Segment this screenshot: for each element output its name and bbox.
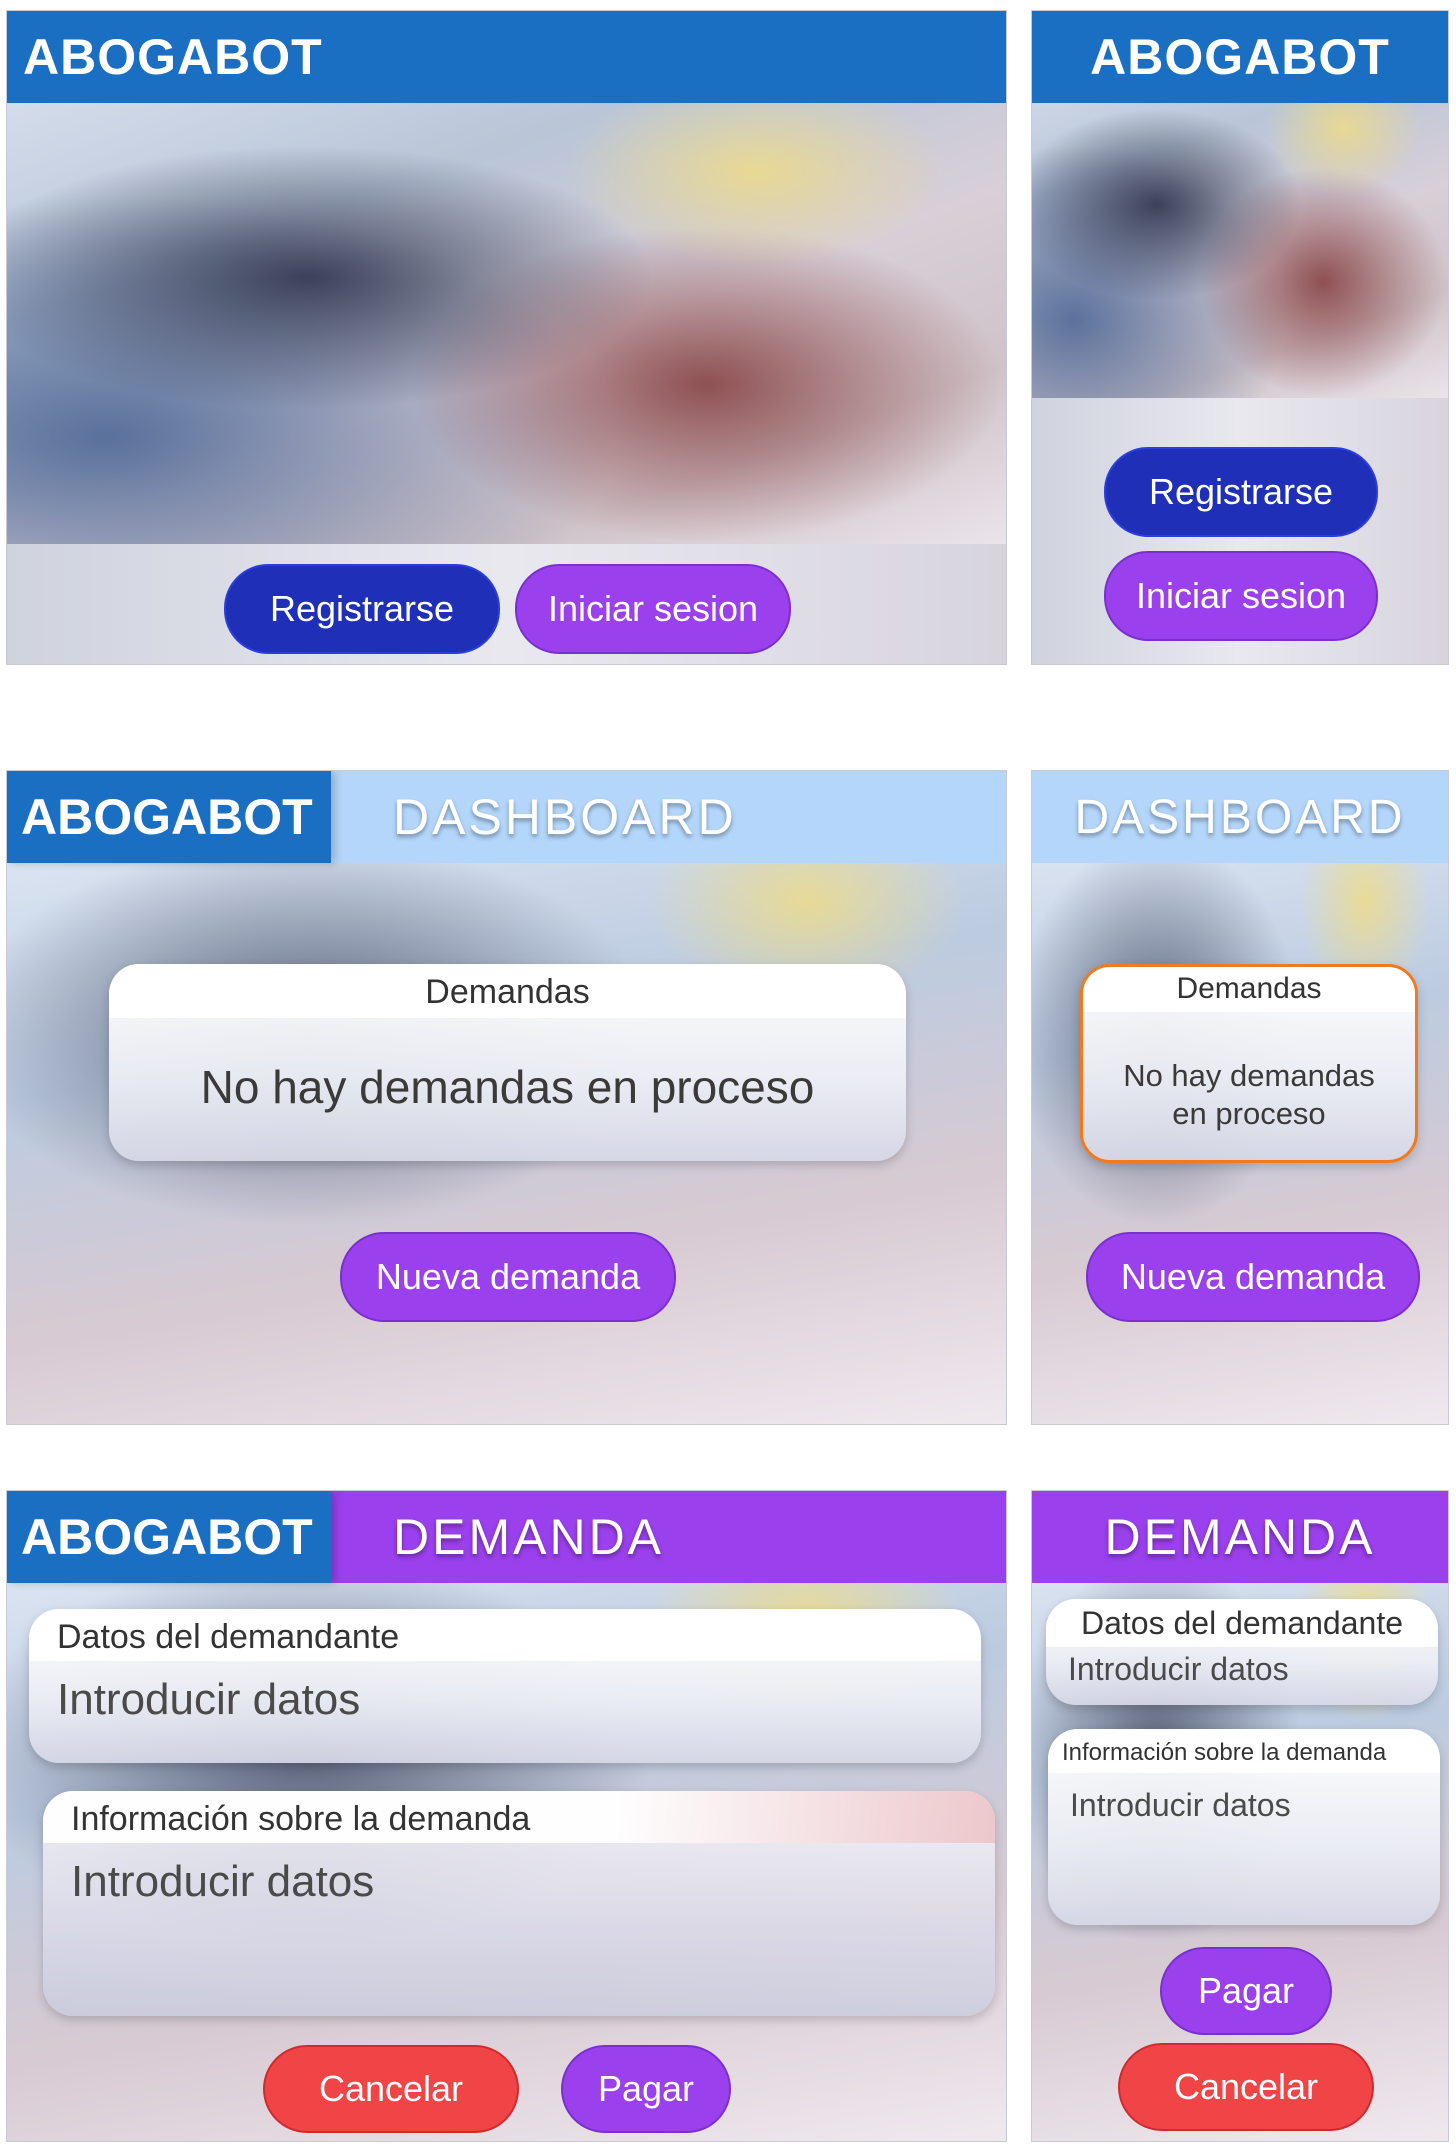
cancel-button[interactable]: Cancelar: [263, 2045, 519, 2133]
empty-demands-text: No hay demandas en proceso: [200, 1061, 815, 1113]
page-title: DASHBOARD: [393, 789, 737, 845]
landing-desktop-screen: ABOGABOT Registrarse Iniciar sesion: [6, 10, 1007, 665]
demand-info-label: Información sobre la demanda: [1048, 1729, 1440, 1773]
plaintiff-data-field[interactable]: Datos del demandante Introducir datos: [29, 1609, 981, 1763]
demand-info-label: Información sobre la demanda: [43, 1791, 995, 1843]
demand-info-field[interactable]: Información sobre la demanda Introducir …: [1048, 1729, 1440, 1925]
new-demand-button[interactable]: Nueva demanda: [340, 1232, 676, 1322]
page-title: DEMANDA: [393, 1509, 665, 1565]
plaintiff-data-label: Datos del demandante: [1046, 1599, 1438, 1647]
landing-footer-area: [7, 544, 1006, 664]
demanda-header: DEMANDA: [1032, 1491, 1448, 1583]
plaintiff-data-placeholder: Introducir datos: [57, 1675, 361, 1724]
page-title: DEMANDA: [1104, 1509, 1376, 1565]
plaintiff-data-field[interactable]: Datos del demandante Introducir datos: [1046, 1599, 1438, 1705]
page-title: DASHBOARD: [1074, 790, 1406, 844]
app-logo-text: ABOGABOT: [21, 789, 313, 845]
dashboard-desktop-screen: DASHBOARD ABOGABOT Demandas No hay deman…: [6, 770, 1007, 1425]
register-button[interactable]: Registrarse: [1104, 447, 1378, 537]
landing-mobile-screen: ABOGABOT Registrarse Iniciar sesion: [1031, 10, 1449, 665]
demands-card-title: Demandas: [1083, 967, 1415, 1012]
app-logo: ABOGABOT: [7, 771, 331, 863]
app-header: ABOGABOT: [1032, 11, 1448, 103]
empty-demands-text: No hay demandas en proceso: [1123, 1058, 1375, 1131]
app-logo-text: ABOGABOT: [1090, 29, 1390, 85]
plaintiff-data-placeholder: Introducir datos: [1068, 1651, 1289, 1687]
demanda-mobile-screen: DEMANDA Datos del demandante Introducir …: [1031, 1490, 1449, 2142]
app-header: ABOGABOT: [7, 11, 1006, 103]
cancel-button[interactable]: Cancelar: [1118, 2043, 1374, 2131]
app-logo: ABOGABOT: [7, 1491, 331, 1583]
app-logo-text: ABOGABOT: [21, 1509, 313, 1565]
login-button[interactable]: Iniciar sesion: [1104, 551, 1378, 641]
login-button[interactable]: Iniciar sesion: [515, 564, 791, 654]
pay-button[interactable]: Pagar: [561, 2045, 731, 2133]
new-demand-button[interactable]: Nueva demanda: [1086, 1232, 1420, 1322]
demands-card-title: Demandas: [109, 964, 906, 1018]
dashboard-header: DASHBOARD: [1032, 771, 1448, 863]
dashboard-mobile-screen: DASHBOARD Demandas No hay demandas en pr…: [1031, 770, 1449, 1425]
register-button[interactable]: Registrarse: [224, 564, 500, 654]
demand-info-field[interactable]: Información sobre la demanda Introducir …: [43, 1791, 995, 2016]
plaintiff-data-label: Datos del demandante: [29, 1609, 981, 1661]
pay-button[interactable]: Pagar: [1160, 1947, 1332, 2035]
demanda-desktop-screen: DEMANDA ABOGABOT Datos del demandante In…: [6, 1490, 1007, 2142]
demand-info-placeholder: Introducir datos: [71, 1857, 375, 1906]
demands-card: Demandas No hay demandas en proceso: [109, 964, 906, 1161]
app-logo-text: ABOGABOT: [23, 29, 323, 85]
demands-card: Demandas No hay demandas en proceso: [1080, 964, 1418, 1163]
demand-info-placeholder: Introducir datos: [1070, 1787, 1291, 1823]
